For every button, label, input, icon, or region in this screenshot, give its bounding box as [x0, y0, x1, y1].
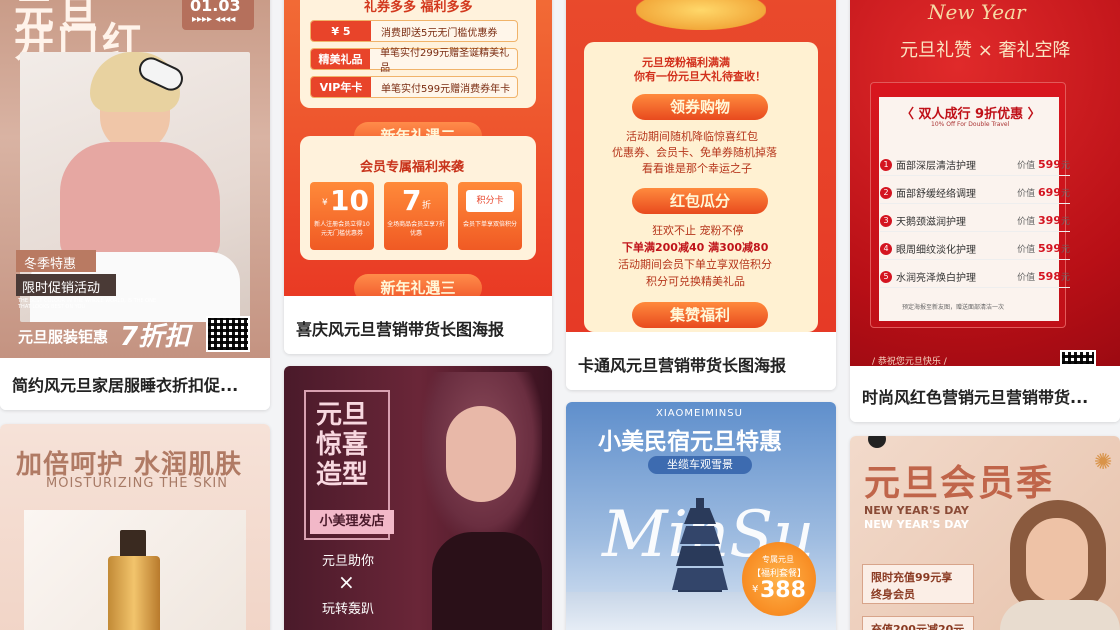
poster-card[interactable]: XIAOMEIMINSU 小美民宿元旦特惠 坐缆车观雪景 MinSu 专属元旦 … — [566, 402, 836, 630]
poster-subtitle: MOISTURIZING THE SKIN — [46, 476, 228, 491]
poster-thumbnail[interactable]: New Year 元旦礼赞 × 奢礼空降 〈 双人成行 9折优惠 〉 10% O… — [850, 0, 1120, 366]
date-badge: 01.03 ▸▸▸▸ ◂◂◂◂ — [182, 0, 254, 30]
gold-ingot-icon — [636, 0, 766, 30]
qr-code-icon — [206, 316, 250, 352]
section-button: 红包瓜分 — [632, 188, 768, 214]
fine-print: THE BEST COLOUR IN THE WHOLE WORLD, IS T… — [18, 298, 157, 310]
offer-box: 〈 双人成行 9折优惠 〉 10% Off For Double Travel — [870, 82, 1066, 328]
qr-code-icon — [1060, 350, 1096, 366]
price-row: 2 面部舒缓经络调理 价值 699元 — [880, 182, 1070, 204]
poster-card[interactable]: 加倍呵护 水润肌肤 MOISTURIZING THE SKIN — [0, 424, 270, 630]
price-row: 3 天鹅颈滋润护理 价值 399元 — [880, 210, 1070, 232]
price-row: 5 水润亮泽焕白护理 价值 598元 — [880, 266, 1070, 288]
benefit-row: 精美礼品 单笔实付299元赠圣诞精美礼品 — [310, 48, 518, 74]
poster-thumbnail[interactable]: 元旦 开门红 01.03 ▸▸▸▸ ◂◂◂◂ 冬季特惠 限时促销活动 THE B… — [0, 0, 270, 358]
poster-caption[interactable]: 卡通风元旦营销带货长图海报 — [566, 338, 836, 390]
price-badge: 专属元旦 【福利套餐】 ¥ 388 — [742, 542, 816, 616]
coupon-card: 7 折 全场商品会员立享7折优惠 — [384, 182, 448, 250]
poster-card[interactable]: 元旦会员季 ✺ NEW YEAR'S DAY NEW YEAR'S DAY 限时… — [850, 436, 1120, 630]
close-icon: × — [338, 570, 355, 594]
price-row: 4 眼周细纹淡化护理 价值 599元 — [880, 238, 1070, 260]
section-header: 礼券多多 福利多多 — [364, 0, 473, 15]
poster-thumbnail[interactable]: 元旦会员季 ✺ NEW YEAR'S DAY NEW YEAR'S DAY 限时… — [850, 436, 1120, 630]
section-subtitle: 会员专属福利来袭 — [360, 160, 465, 175]
section-title: 新年礼遇三 — [354, 274, 482, 296]
promo-tag: 冬季特惠 — [16, 250, 96, 272]
logo-icon — [868, 436, 886, 448]
fine-print: 预定海报至新友图，赠送面部清洁一次 — [902, 304, 1005, 311]
poster-card[interactable]: New Year 元旦礼赞 × 奢礼空降 〈 双人成行 9折优惠 〉 10% O… — [850, 0, 1120, 422]
subtitle-tag: 坐缆车观雪景 — [648, 456, 752, 474]
poster-thumbnail[interactable]: 元旦惊喜造型 小美理发店 元旦助你 × 玩转轰趴 — [284, 366, 552, 630]
perfume-bottle-icon — [120, 530, 146, 558]
poster-card[interactable]: 礼券多多 福利多多 ¥ 5 消费即送5元无门槛优惠券 精美礼品 单笔实付299元赠圣… — [284, 0, 552, 354]
model-photo — [412, 372, 552, 630]
firework-icon: ✺ — [1094, 450, 1113, 475]
shop-name-tag: 小美理发店 — [310, 510, 394, 534]
price-row: 1 面部深层清洁护理 价值 599元 — [880, 154, 1070, 176]
poster-thumbnail[interactable]: XIAOMEIMINSU 小美民宿元旦特惠 坐缆车观雪景 MinSu 专属元旦 … — [566, 402, 836, 630]
section-button: 领券购物 — [632, 94, 768, 120]
product-photo — [24, 510, 246, 630]
arrows-icon: ▸▸▸▸ ◂◂◂◂ — [192, 14, 236, 25]
model-photo — [990, 500, 1120, 630]
poster-caption[interactable]: 时尚风红色营销元旦营销带货... — [850, 370, 1120, 422]
benefit-row: VIP年卡 单笔实付599元赠消费券年卡 — [310, 76, 518, 98]
intro-text: 你有一份元旦大礼待查收！ — [634, 70, 766, 83]
discount-big: 7折扣 — [120, 322, 191, 352]
poster-title: 元旦会员季 — [864, 463, 1055, 504]
poster-grid: 元旦 开门红 01.03 ▸▸▸▸ ◂◂◂◂ 冬季特惠 限时促销活动 THE B… — [0, 0, 1120, 630]
coupon-card: ¥ 10 新人注册会员立得10元无门槛优惠券 — [310, 182, 374, 250]
poster-thumbnail[interactable]: 元旦宠粉福利满满 你有一份元旦大礼待查收！ 领券购物 活动期间随机降临惊喜红包 … — [566, 0, 836, 332]
benefit-row: ¥ 5 消费即送5元无门槛优惠券 — [310, 20, 518, 42]
poster-card[interactable]: 元旦惊喜造型 小美理发店 元旦助你 × 玩转轰趴 — [284, 366, 552, 630]
promo-tag: 限时促销活动 — [16, 274, 116, 296]
section-button: 集赞福利 — [632, 302, 768, 328]
greeting-text: / 恭祝您元旦快乐 / — [872, 357, 947, 366]
poster-card[interactable]: 元旦 开门红 01.03 ▸▸▸▸ ◂◂◂◂ 冬季特惠 限时促销活动 THE B… — [0, 0, 270, 410]
poster-caption[interactable]: 简约风元旦家居服睡衣折扣促... — [0, 358, 270, 410]
poster-headline: 元旦礼赞 × 奢礼空降 — [900, 40, 1071, 61]
offer-box: 限时充值99元享 终身会员 — [862, 564, 974, 604]
poster-caption[interactable]: 喜庆风元旦营销带货长图海报 — [284, 302, 552, 354]
brand-name: XIAOMEIMINSU — [656, 408, 743, 419]
coupon-card: 积分卡 会员下单享双倍积分 — [458, 182, 522, 250]
poster-title: 元旦惊喜造型 — [316, 400, 369, 490]
offer-box: 充值200元减20元 — [862, 616, 974, 630]
poster-card[interactable]: 元旦宠粉福利满满 你有一份元旦大礼待查收！ 领券购物 活动期间随机降临惊喜红包 … — [566, 0, 836, 390]
poster-thumbnail[interactable]: 加倍呵护 水润肌肤 MOISTURIZING THE SKIN — [0, 424, 270, 630]
poster-thumbnail[interactable]: 礼券多多 福利多多 ¥ 5 消费即送5元无门槛优惠券 精美礼品 单笔实付299元赠圣… — [284, 0, 552, 296]
script-title: New Year — [928, 0, 1026, 24]
poster-title: 小美民宿元旦特惠 — [598, 429, 782, 455]
discount-text: 元旦服装钜惠 — [18, 328, 109, 346]
